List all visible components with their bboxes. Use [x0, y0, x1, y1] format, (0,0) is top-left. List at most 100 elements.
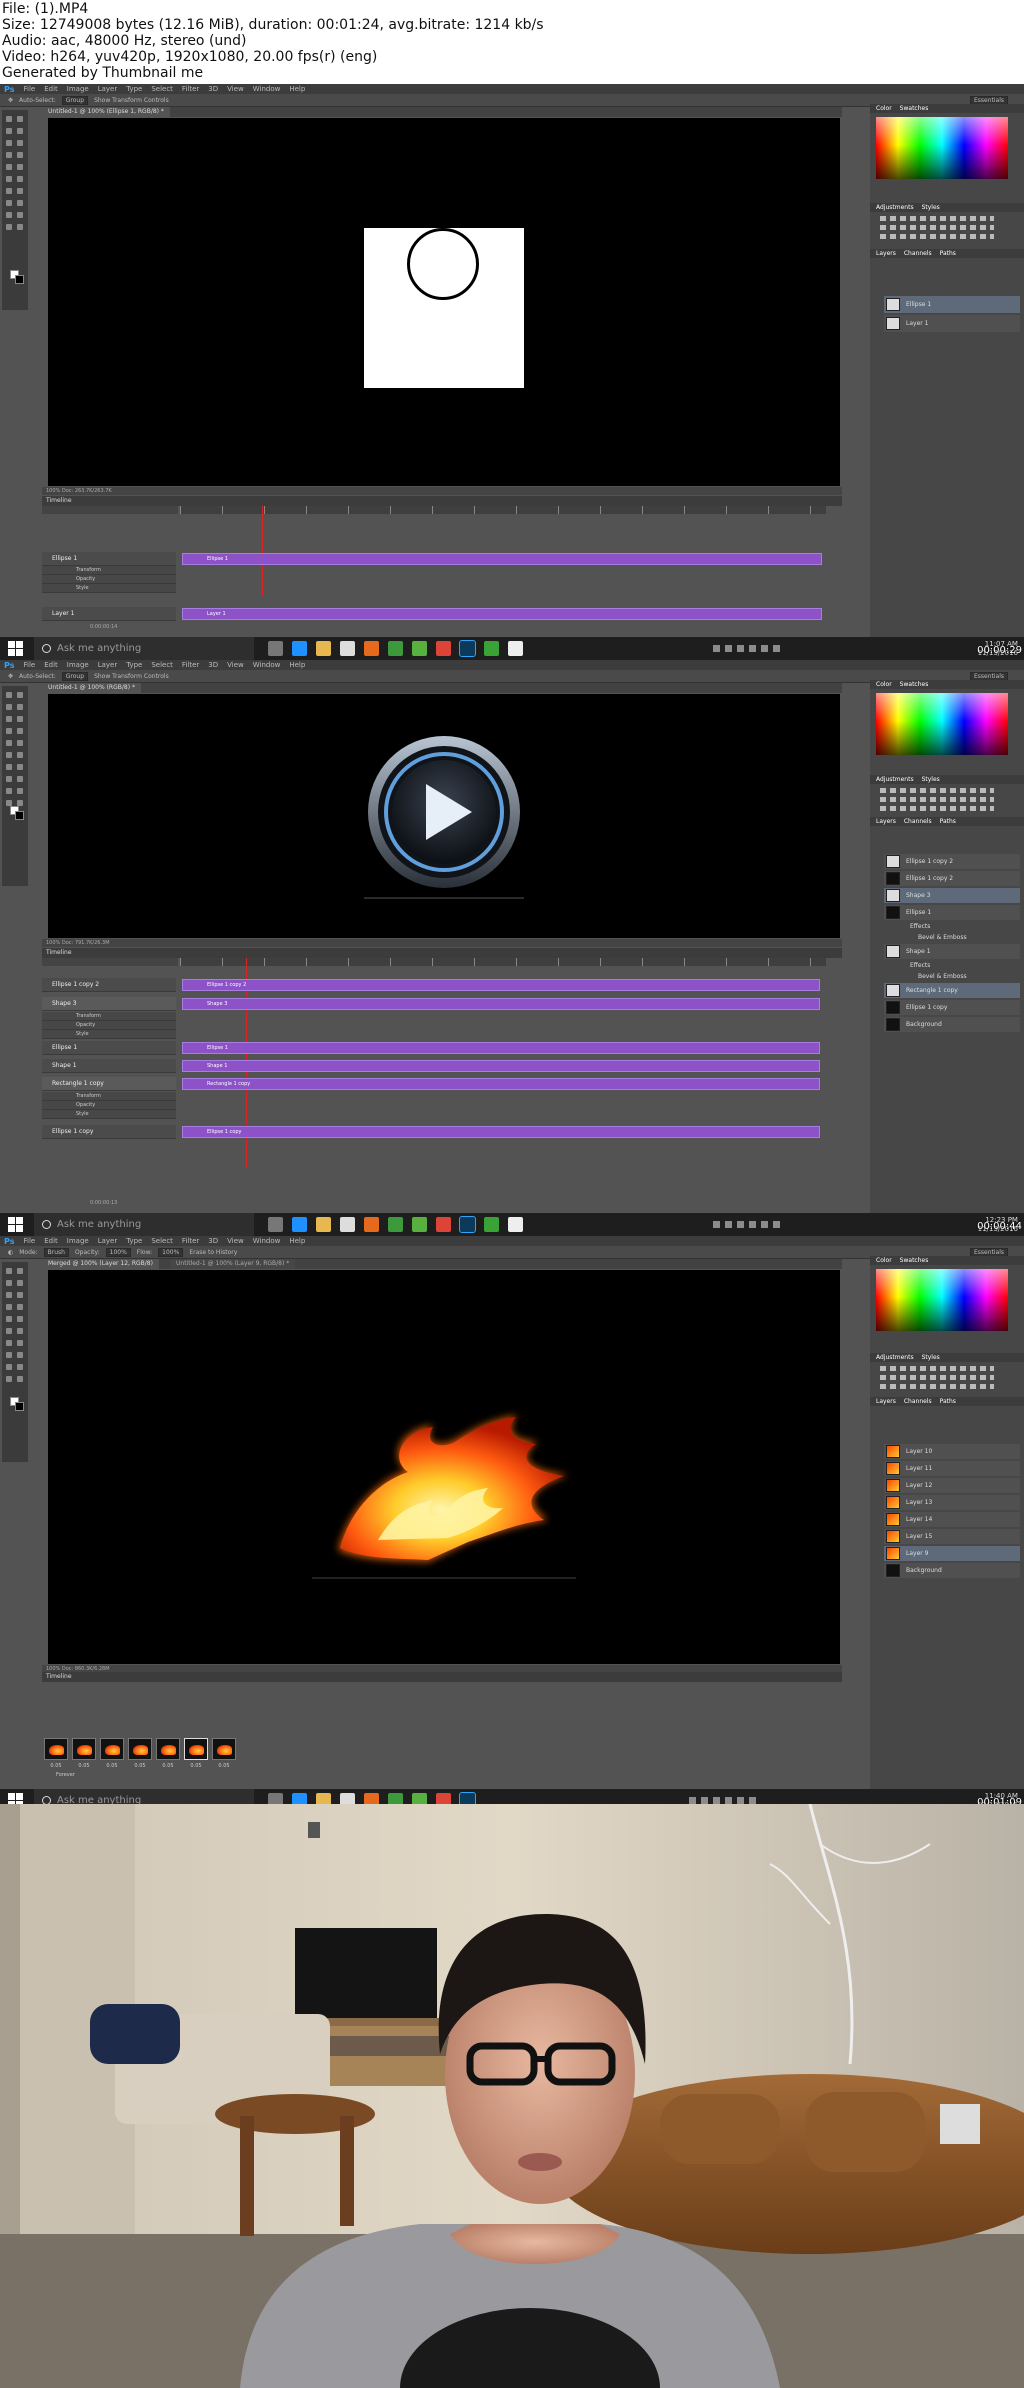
timeline-ruler[interactable]: [180, 506, 826, 514]
document-tab[interactable]: Untitled-1 @ 100% (Layer 9, RGB/8) *: [170, 1259, 296, 1269]
stamp-icon[interactable]: [6, 1316, 12, 1322]
type-icon[interactable]: [17, 1352, 23, 1358]
path-select-icon[interactable]: [6, 1364, 12, 1370]
dodge-icon[interactable]: [17, 188, 23, 194]
track-ellipse-1-copy-2[interactable]: Ellipse 1 copy 2: [42, 978, 176, 992]
eraser-icon[interactable]: [6, 752, 12, 758]
background-color-swatch[interactable]: [15, 1402, 24, 1411]
lasso-icon[interactable]: [6, 704, 12, 710]
shape-icon[interactable]: [17, 1364, 23, 1370]
camtasia-icon[interactable]: [484, 641, 499, 656]
menu-layer[interactable]: Layer: [98, 1237, 118, 1245]
menu-filter[interactable]: Filter: [182, 661, 199, 669]
history-brush-icon[interactable]: [17, 1316, 23, 1322]
property-style[interactable]: Style: [42, 1110, 176, 1119]
document-tab[interactable]: Untitled-1 @ 100% (RGB/8) *: [42, 683, 141, 693]
marquee-icon[interactable]: [17, 1268, 23, 1274]
layer-effects[interactable]: Effects: [884, 922, 1020, 931]
adjustment-icons-row[interactable]: [880, 1375, 994, 1380]
menu-layer[interactable]: Layer: [98, 661, 118, 669]
hand-icon[interactable]: [6, 1376, 12, 1382]
system-tray-icons[interactable]: [712, 645, 780, 652]
property-opacity[interactable]: Opacity: [42, 1101, 176, 1110]
menu-3d[interactable]: 3D: [208, 85, 218, 93]
track-layer-1[interactable]: Layer 1: [42, 607, 176, 621]
eraser-icon[interactable]: [6, 176, 12, 182]
layer-effects[interactable]: Effects: [884, 961, 1020, 970]
menu-file[interactable]: File: [23, 661, 35, 669]
erase-to-history-checkbox[interactable]: Erase to History: [189, 1249, 237, 1256]
magic-wand-icon[interactable]: [17, 1280, 23, 1286]
blur-icon[interactable]: [6, 1340, 12, 1346]
pen-icon[interactable]: [6, 776, 12, 782]
menu-file[interactable]: File: [23, 1237, 35, 1245]
zoom-icon[interactable]: [17, 1376, 23, 1382]
menu-layer[interactable]: Layer: [98, 85, 118, 93]
adjustment-icons-row[interactable]: [880, 1384, 994, 1389]
move-icon[interactable]: [6, 692, 12, 698]
menu-filter[interactable]: Filter: [182, 1237, 199, 1245]
eyedropper-icon[interactable]: [17, 716, 23, 722]
frame-delay[interactable]: 0.05: [72, 1763, 96, 1769]
magic-wand-icon[interactable]: [17, 128, 23, 134]
adjustment-icons-row[interactable]: [880, 234, 994, 239]
store-icon[interactable]: [340, 641, 355, 656]
layer-effect[interactable]: Bevel & Emboss: [884, 972, 1020, 981]
animation-frame-selected[interactable]: [184, 1738, 208, 1760]
app-icon[interactable]: [508, 641, 523, 656]
eyedropper-icon[interactable]: [17, 140, 23, 146]
eyedropper-icon[interactable]: [17, 1292, 23, 1298]
menu-view[interactable]: View: [227, 85, 244, 93]
frame-delay[interactable]: 0.05: [156, 1763, 180, 1769]
animation-frame[interactable]: [72, 1738, 96, 1760]
mode-dropdown[interactable]: Brush: [43, 1247, 69, 1257]
system-tray-icons[interactable]: [712, 1221, 780, 1228]
gradient-icon[interactable]: [17, 1328, 23, 1334]
crop-icon[interactable]: [6, 1292, 12, 1298]
healing-icon[interactable]: [6, 152, 12, 158]
auto-select-label[interactable]: Auto-Select:: [19, 97, 56, 104]
menu-file[interactable]: File: [23, 85, 35, 93]
clip-ellipse-1[interactable]: Ellipse 1: [182, 553, 822, 565]
clip[interactable]: Ellipse 1 copy 2: [182, 979, 820, 991]
menu-type[interactable]: Type: [126, 661, 142, 669]
marquee-icon[interactable]: [17, 116, 23, 122]
menu-help[interactable]: Help: [289, 661, 305, 669]
animation-frame[interactable]: [100, 1738, 124, 1760]
menu-edit[interactable]: Edit: [44, 661, 58, 669]
document-tab[interactable]: Untitled-1 @ 100% (Ellipse 1, RGB/8) *: [42, 107, 170, 117]
edge-icon[interactable]: [292, 1217, 307, 1232]
menu-help[interactable]: Help: [289, 85, 305, 93]
frame-delay[interactable]: 0.05: [44, 1763, 68, 1769]
task-view-icon[interactable]: [268, 1217, 283, 1232]
timeline-playback-controls[interactable]: [42, 958, 178, 966]
photoshop-taskbar-icon[interactable]: [459, 1216, 476, 1233]
pen-icon[interactable]: [6, 200, 12, 206]
move-tool-icon[interactable]: ✥: [8, 97, 13, 104]
crop-icon[interactable]: [6, 140, 12, 146]
pen-icon[interactable]: [6, 1352, 12, 1358]
layer-filter-controls[interactable]: [870, 826, 1024, 852]
menu-select[interactable]: Select: [151, 1237, 173, 1245]
file-explorer-icon[interactable]: [316, 1217, 331, 1232]
background-color-swatch[interactable]: [15, 811, 24, 820]
layer-row[interactable]: Ellipse 1: [884, 296, 1020, 313]
swatches-grid[interactable]: [876, 117, 1008, 179]
menu-window[interactable]: Window: [253, 661, 281, 669]
property-opacity[interactable]: Opacity: [42, 575, 176, 584]
menu-type[interactable]: Type: [126, 85, 142, 93]
menu-window[interactable]: Window: [253, 1237, 281, 1245]
layer-row[interactable]: Layer 12: [884, 1478, 1020, 1493]
move-icon[interactable]: [6, 116, 12, 122]
chrome-icon[interactable]: [436, 641, 451, 656]
animation-frame[interactable]: [128, 1738, 152, 1760]
layer-row[interactable]: Layer 10: [884, 1444, 1020, 1459]
clip[interactable]: Rectangle 1 copy: [182, 1078, 820, 1090]
camtasia-icon[interactable]: [484, 1217, 499, 1232]
menu-image[interactable]: Image: [67, 661, 89, 669]
swatches-grid[interactable]: [876, 693, 1008, 755]
blur-icon[interactable]: [6, 764, 12, 770]
animation-frame[interactable]: [44, 1738, 68, 1760]
show-transform-checkbox[interactable]: Show Transform Controls: [94, 97, 169, 104]
layer-row[interactable]: Background: [884, 1017, 1020, 1032]
